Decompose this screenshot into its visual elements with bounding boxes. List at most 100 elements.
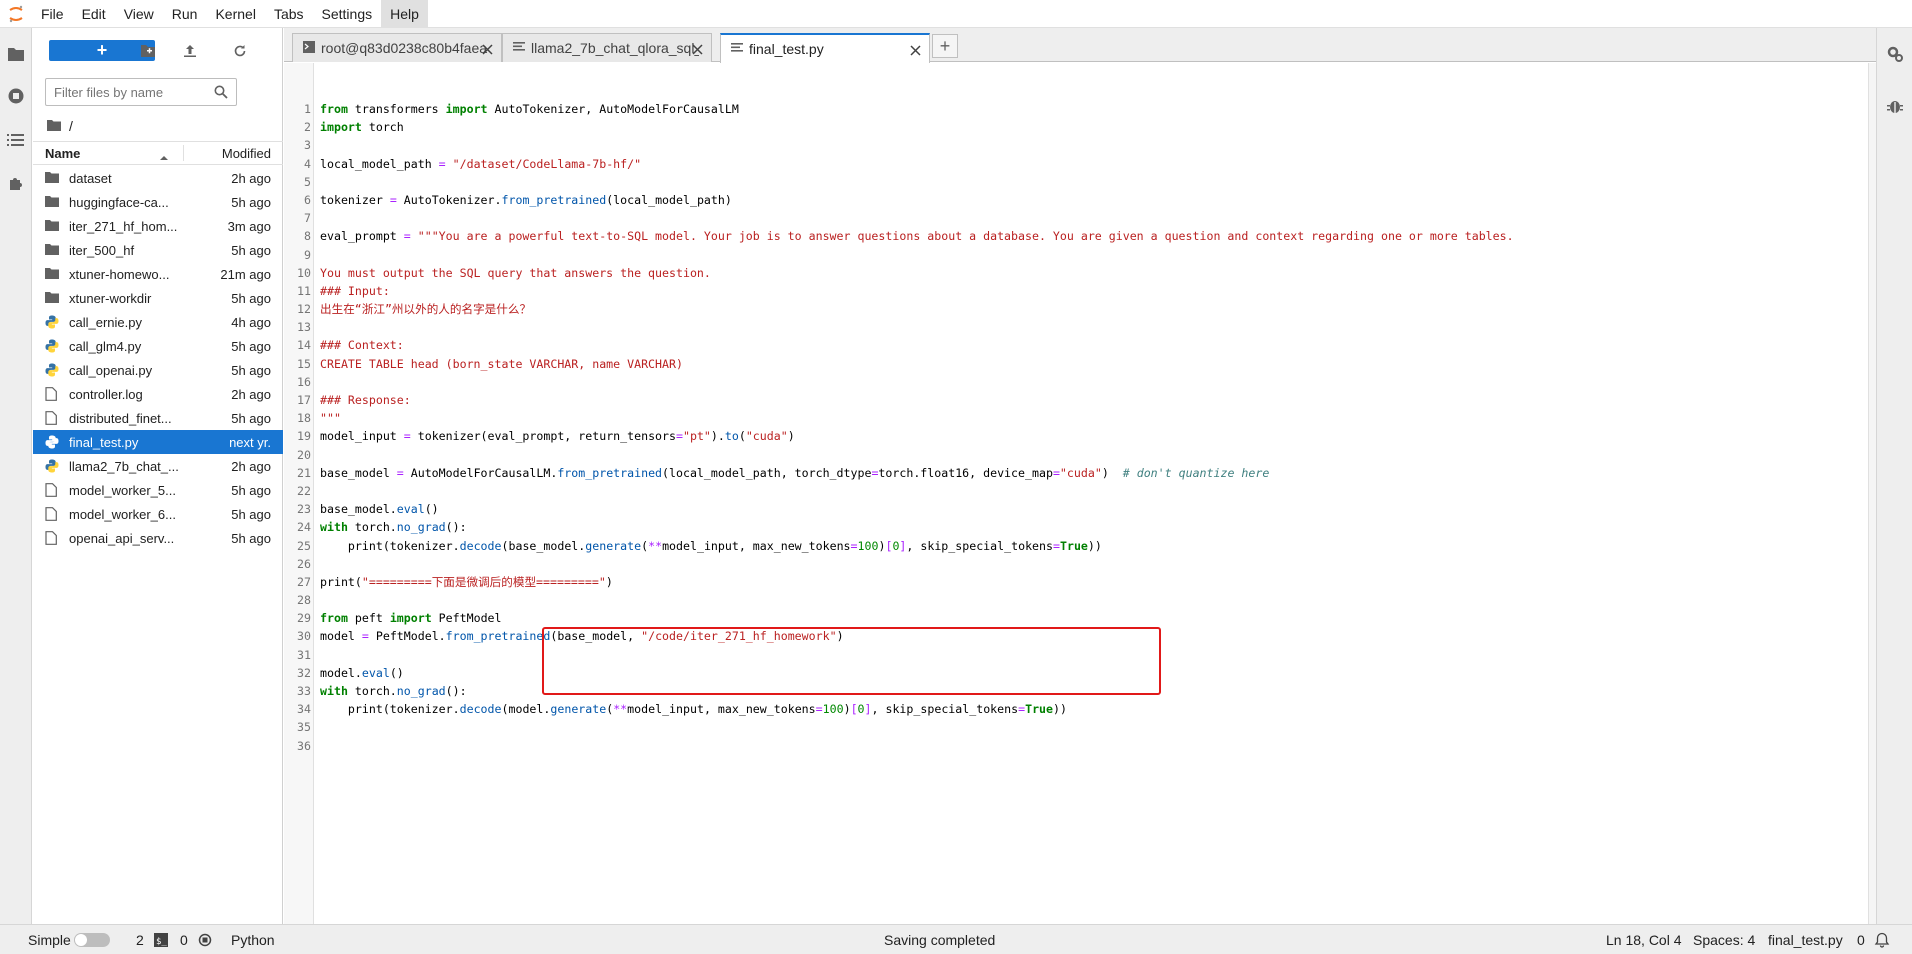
folder-icon[interactable] bbox=[6, 44, 26, 64]
code-line: 15 CREATE TABLE head (born_state VARCHAR,… bbox=[284, 355, 1844, 373]
line-source: local_model_path = "/dataset/CodeLlama-7… bbox=[320, 156, 642, 171]
menu-file[interactable]: File bbox=[32, 0, 73, 28]
file-list-item[interactable]: model_worker_6... 5h ago bbox=[33, 502, 283, 526]
file-list-item[interactable]: call_ernie.py 4h ago bbox=[33, 310, 283, 334]
line-number: 20 bbox=[297, 447, 311, 462]
terminal-status-icon[interactable]: $_ bbox=[154, 933, 168, 950]
simple-mode-toggle[interactable] bbox=[74, 933, 110, 947]
property-inspector-gear-icon[interactable] bbox=[1885, 44, 1905, 64]
file-list-item[interactable]: huggingface-ca... 5h ago bbox=[33, 190, 283, 214]
code-editor[interactable]: 1 from transformers import AutoTokenizer,… bbox=[284, 63, 1876, 924]
file-icon bbox=[45, 387, 59, 401]
file-list-item[interactable]: iter_271_hf_hom... 3m ago bbox=[33, 214, 283, 238]
menu-edit[interactable]: Edit bbox=[73, 0, 115, 28]
code-line: 2 import torch bbox=[284, 118, 1844, 136]
close-icon[interactable] bbox=[910, 43, 921, 59]
file-list-item[interactable]: xtuner-homewo... 21m ago bbox=[33, 262, 283, 286]
file-filter-search[interactable] bbox=[45, 78, 237, 106]
close-icon[interactable] bbox=[692, 42, 703, 58]
file-list-item[interactable]: call_openai.py 5h ago bbox=[33, 358, 283, 382]
file-list-item[interactable]: openai_api_serv... 5h ago bbox=[33, 526, 283, 550]
notification-bell-icon[interactable] bbox=[1874, 932, 1890, 951]
language-indicator[interactable]: Python bbox=[231, 932, 275, 948]
debugger-bug-icon[interactable] bbox=[1885, 96, 1905, 116]
code-line: 14 ### Context: bbox=[284, 336, 1844, 354]
menu-run[interactable]: Run bbox=[163, 0, 207, 28]
file-modified: 2h ago bbox=[231, 170, 271, 186]
extensions-puzzle-icon[interactable] bbox=[6, 174, 26, 194]
tab-terminal[interactable]: root@q83d0238c80b4faea bbox=[292, 33, 502, 62]
file-icon bbox=[45, 531, 59, 545]
file-list-item[interactable]: xtuner-workdir 5h ago bbox=[33, 286, 283, 310]
code-line: 32 model.eval() bbox=[284, 664, 1844, 682]
terminal-count[interactable]: 2 bbox=[136, 932, 144, 948]
folder-icon bbox=[45, 243, 59, 257]
tab-final-test[interactable]: final_test.py bbox=[720, 33, 930, 63]
file-list-item[interactable]: dataset 2h ago bbox=[33, 166, 283, 190]
line-number: 18 bbox=[297, 411, 311, 426]
code-content[interactable]: 1 from transformers import AutoTokenizer,… bbox=[284, 100, 1844, 755]
column-separator bbox=[183, 145, 184, 161]
kernel-count[interactable]: 0 bbox=[180, 932, 188, 948]
file-name: openai_api_serv... bbox=[69, 530, 175, 546]
menu-help[interactable]: Help bbox=[381, 0, 428, 28]
line-number: 26 bbox=[297, 556, 311, 571]
file-modified: 5h ago bbox=[231, 338, 271, 354]
menu-kernel[interactable]: Kernel bbox=[206, 0, 264, 28]
running-kernels-icon[interactable] bbox=[6, 86, 26, 106]
tab-llama2-notebook[interactable]: llama2_7b_chat_qlora_sql_ bbox=[502, 33, 712, 62]
file-list-item[interactable]: distributed_finet... 5h ago bbox=[33, 406, 283, 430]
new-folder-icon[interactable] bbox=[137, 40, 159, 62]
status-message: Saving completed bbox=[884, 932, 996, 948]
file-list-item[interactable]: llama2_7b_chat_... 2h ago bbox=[33, 454, 283, 478]
code-line: 36 bbox=[284, 737, 1844, 755]
file-list-item[interactable]: model_worker_5... 5h ago bbox=[33, 478, 283, 502]
left-activity-bar bbox=[0, 28, 32, 924]
line-number: 11 bbox=[297, 283, 311, 298]
file-browser-panel: + / Name Modified dataset2h agohuggingfa… bbox=[33, 28, 283, 924]
file-modified: 5h ago bbox=[231, 290, 271, 306]
menu-tabs[interactable]: Tabs bbox=[265, 0, 313, 28]
indentation-setting[interactable]: Spaces: 4 bbox=[1693, 932, 1755, 948]
upload-icon[interactable] bbox=[179, 40, 201, 62]
filter-files-input[interactable] bbox=[46, 80, 206, 104]
code-line: 25 print(tokenizer.decode(base_model.gen… bbox=[284, 537, 1844, 555]
code-line: 11 ### Input: bbox=[284, 282, 1844, 300]
code-line: 21 base_model = AutoModelForCausalLM.from… bbox=[284, 464, 1844, 482]
column-modified-header[interactable]: Modified bbox=[222, 146, 271, 161]
home-folder-icon[interactable] bbox=[47, 118, 61, 134]
add-tab-button[interactable]: + bbox=[932, 34, 958, 58]
line-source: with torch.no_grad(): bbox=[320, 684, 467, 698]
table-of-contents-icon[interactable] bbox=[6, 130, 26, 150]
breadcrumb-root[interactable]: / bbox=[69, 118, 73, 134]
column-name-header[interactable]: Name bbox=[45, 146, 80, 161]
text-file-icon bbox=[513, 40, 525, 56]
file-list-item[interactable]: iter_500_hf 5h ago bbox=[33, 238, 283, 262]
menu-view[interactable]: View bbox=[115, 0, 163, 28]
status-bar: Simple 2 $_ 0 Python Saving completed Ln… bbox=[0, 924, 1912, 954]
notification-count[interactable]: 0 bbox=[1857, 932, 1865, 948]
file-icon bbox=[45, 411, 59, 425]
file-list-item[interactable]: final_test.py next yr. bbox=[33, 430, 283, 454]
line-source: from transformers import AutoTokenizer, … bbox=[320, 102, 739, 116]
folder-icon bbox=[45, 267, 59, 281]
cursor-position[interactable]: Ln 18, Col 4 bbox=[1606, 932, 1682, 948]
code-line: 8 eval_prompt = """You are a powerful tex… bbox=[284, 227, 1844, 245]
line-number: 13 bbox=[297, 320, 311, 335]
folder-icon bbox=[45, 171, 59, 185]
menu-settings[interactable]: Settings bbox=[313, 0, 382, 28]
kernel-status-icon[interactable] bbox=[198, 933, 212, 950]
refresh-icon[interactable] bbox=[229, 40, 251, 62]
line-number: 5 bbox=[304, 174, 311, 189]
code-line: 27 print("=========下面是微调后的模型=========") bbox=[284, 573, 1844, 591]
file-name: model_worker_5... bbox=[69, 482, 176, 498]
file-name: final_test.py bbox=[69, 434, 139, 450]
file-list-item[interactable]: call_glm4.py 5h ago bbox=[33, 334, 283, 358]
close-icon[interactable] bbox=[482, 42, 493, 58]
file-list-item[interactable]: controller.log 2h ago bbox=[33, 382, 283, 406]
line-source: You must output the SQL query that answe… bbox=[320, 265, 711, 280]
vertical-scrollbar[interactable] bbox=[1868, 63, 1876, 924]
main-dock-area: root@q83d0238c80b4faea llama2_7b_chat_ql… bbox=[284, 28, 1876, 924]
code-line: 34 print(tokenizer.decode(model.generate… bbox=[284, 700, 1844, 718]
line-number: 10 bbox=[297, 265, 311, 280]
